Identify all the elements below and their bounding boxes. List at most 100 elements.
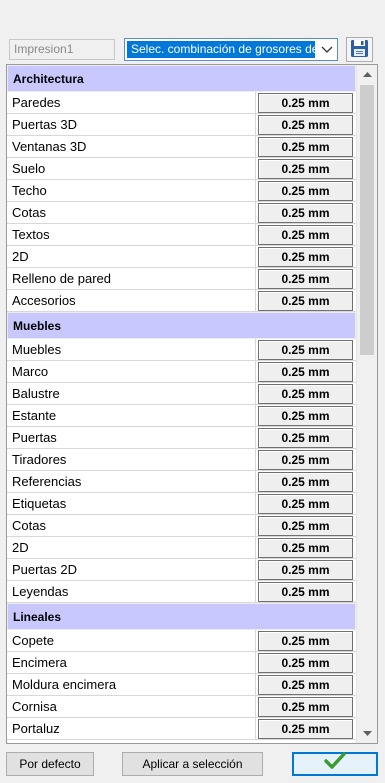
table-row: Paredes 0.25 mm — [7, 92, 356, 114]
line-weight-button[interactable]: 0.25 mm — [258, 674, 353, 695]
row-label: Ventanas 3D — [7, 136, 256, 157]
row-value-cell: 0.25 mm — [256, 674, 356, 695]
row-label: Copete — [7, 630, 256, 651]
checkmark-icon — [324, 751, 346, 777]
line-weight-button[interactable]: 0.25 mm — [258, 361, 353, 382]
table-row: Accesorios 0.25 mm — [7, 290, 356, 312]
line-weight-button[interactable]: 0.25 mm — [258, 383, 353, 404]
table-row: Cornisa 0.25 mm — [7, 696, 356, 718]
row-value-cell: 0.25 mm — [256, 224, 356, 245]
table-row: Techo 0.25 mm — [7, 180, 356, 202]
table-row: Cotas 0.25 mm — [7, 515, 356, 537]
row-label: Paredes — [7, 92, 256, 113]
line-weight-button[interactable]: 0.25 mm — [258, 515, 353, 536]
line-weight-button[interactable]: 0.25 mm — [258, 405, 353, 426]
row-value-cell: 0.25 mm — [256, 581, 356, 602]
line-weight-button[interactable]: 0.25 mm — [258, 114, 353, 135]
line-weight-button[interactable]: 0.25 mm — [258, 537, 353, 558]
line-weight-button[interactable]: 0.25 mm — [258, 718, 353, 739]
scroll-up-arrow-icon[interactable] — [357, 65, 377, 83]
grid-rows: Architectura Paredes 0.25 mm Puertas 3D 0.25… — [7, 65, 356, 740]
row-label: Moldura encimera — [7, 674, 256, 695]
default-button[interactable]: Por defecto — [6, 752, 94, 776]
row-value-cell: 0.25 mm — [256, 537, 356, 558]
row-value-cell: 0.25 mm — [256, 630, 356, 651]
scrollbar-thumb[interactable] — [360, 85, 374, 355]
row-value-cell: 0.25 mm — [256, 383, 356, 404]
table-row: Textos 0.25 mm — [7, 224, 356, 246]
row-label: Cotas — [7, 202, 256, 223]
table-row: Leyendas 0.25 mm — [7, 581, 356, 603]
chevron-down-icon — [321, 43, 333, 55]
weight-combination-select[interactable]: Selec. combinación de grosores de — [124, 38, 338, 61]
line-weight-button[interactable]: 0.25 mm — [258, 158, 353, 179]
save-button[interactable] — [346, 37, 373, 62]
table-row: Copete 0.25 mm — [7, 630, 356, 652]
table-row: Referencias 0.25 mm — [7, 471, 356, 493]
table-row: Marco 0.25 mm — [7, 361, 356, 383]
print-name-field[interactable]: Impresion1 — [9, 39, 115, 60]
row-value-cell: 0.25 mm — [256, 449, 356, 470]
row-value-cell: 0.25 mm — [256, 268, 356, 289]
row-value-cell: 0.25 mm — [256, 136, 356, 157]
row-value-cell: 0.25 mm — [256, 471, 356, 492]
row-label: Encimera — [7, 652, 256, 673]
table-row: Balustre 0.25 mm — [7, 383, 356, 405]
table-row: Tiradores 0.25 mm — [7, 449, 356, 471]
table-row: 2D 0.25 mm — [7, 537, 356, 559]
line-weight-button[interactable]: 0.25 mm — [258, 180, 353, 201]
row-label: 2D — [7, 246, 256, 267]
line-weight-button[interactable]: 0.25 mm — [258, 471, 353, 492]
table-row: Muebles 0.25 mm — [7, 339, 356, 361]
line-weight-button[interactable]: 0.25 mm — [258, 449, 353, 470]
row-label: Marco — [7, 361, 256, 382]
row-value-cell: 0.25 mm — [256, 114, 356, 135]
section-header: Architectura — [7, 65, 356, 92]
row-label: Techo — [7, 180, 256, 201]
line-weight-button[interactable]: 0.25 mm — [258, 581, 353, 602]
table-row: Relleno de pared 0.25 mm — [7, 268, 356, 290]
combo-selected-text: Selec. combinación de grosores de — [127, 41, 315, 58]
line-weight-button[interactable]: 0.25 mm — [258, 652, 353, 673]
row-value-cell: 0.25 mm — [256, 559, 356, 580]
table-row: Portaluz 0.25 mm — [7, 718, 356, 740]
line-weight-button[interactable]: 0.25 mm — [258, 290, 353, 311]
scroll-down-arrow-icon[interactable] — [357, 725, 377, 743]
row-label: Referencias — [7, 471, 256, 492]
row-value-cell: 0.25 mm — [256, 290, 356, 311]
ok-button[interactable] — [292, 751, 378, 777]
vertical-scrollbar[interactable] — [356, 65, 377, 743]
row-label: Leyendas — [7, 581, 256, 602]
line-weight-button[interactable]: 0.25 mm — [258, 202, 353, 223]
line-weight-grid: Architectura Paredes 0.25 mm Puertas 3D 0.25… — [6, 64, 378, 744]
line-weight-button[interactable]: 0.25 mm — [258, 559, 353, 580]
table-row: Encimera 0.25 mm — [7, 652, 356, 674]
table-row: Etiquetas 0.25 mm — [7, 493, 356, 515]
line-weight-button[interactable]: 0.25 mm — [258, 493, 353, 514]
row-label: Puertas — [7, 427, 256, 448]
table-row: Puertas 3D 0.25 mm — [7, 114, 356, 136]
row-value-cell: 0.25 mm — [256, 652, 356, 673]
line-weight-button[interactable]: 0.25 mm — [258, 92, 353, 113]
line-weight-button[interactable]: 0.25 mm — [258, 339, 353, 360]
line-weight-button[interactable]: 0.25 mm — [258, 246, 353, 267]
row-value-cell: 0.25 mm — [256, 361, 356, 382]
line-weight-button[interactable]: 0.25 mm — [258, 427, 353, 448]
row-label: Etiquetas — [7, 493, 256, 514]
row-value-cell: 0.25 mm — [256, 202, 356, 223]
line-weight-button[interactable]: 0.25 mm — [258, 224, 353, 245]
row-label: Muebles — [7, 339, 256, 360]
row-label: Portaluz — [7, 718, 256, 739]
table-row: Suelo 0.25 mm — [7, 158, 356, 180]
line-weight-button[interactable]: 0.25 mm — [258, 630, 353, 651]
row-value-cell: 0.25 mm — [256, 405, 356, 426]
apply-to-selection-button[interactable]: Aplicar a selección — [122, 752, 263, 776]
line-weight-button[interactable]: 0.25 mm — [258, 136, 353, 157]
line-weight-button[interactable]: 0.25 mm — [258, 268, 353, 289]
row-label: Puertas 3D — [7, 114, 256, 135]
line-weight-button[interactable]: 0.25 mm — [258, 696, 353, 717]
table-row: Moldura encimera 0.25 mm — [7, 674, 356, 696]
row-value-cell: 0.25 mm — [256, 515, 356, 536]
row-label: Accesorios — [7, 290, 256, 311]
table-row: Puertas 2D 0.25 mm — [7, 559, 356, 581]
